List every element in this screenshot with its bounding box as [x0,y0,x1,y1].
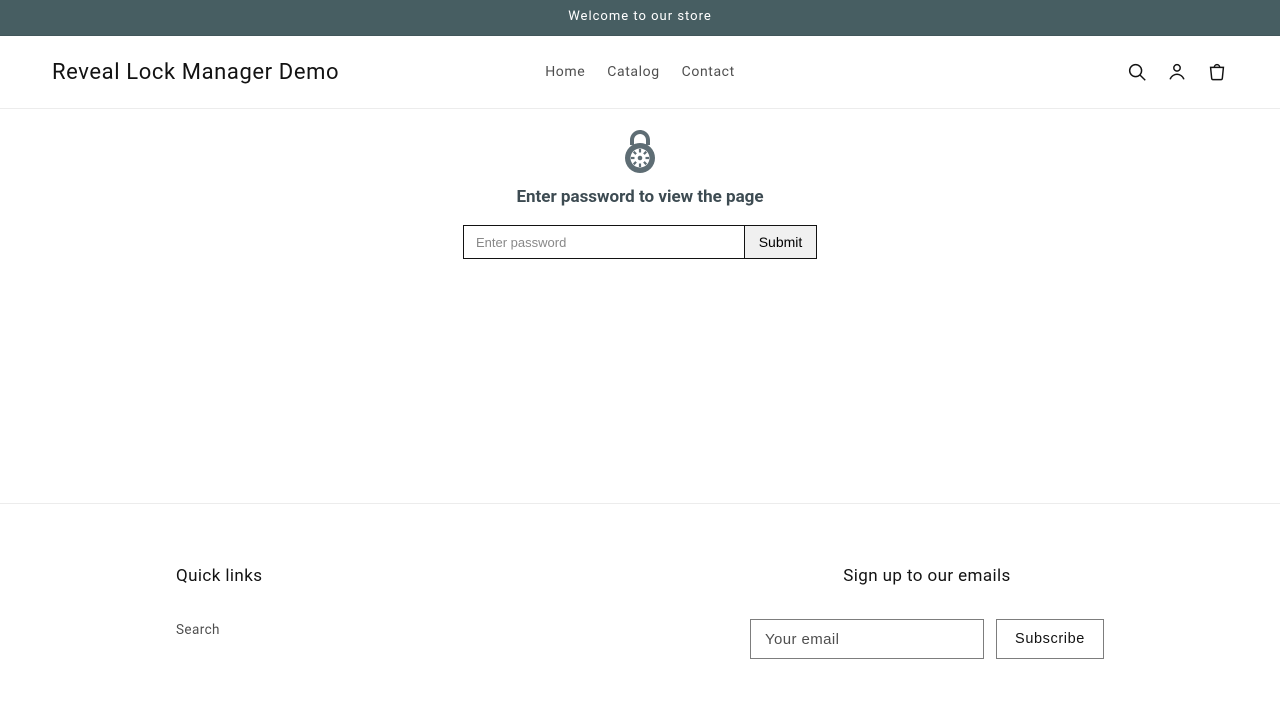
footer-quick-links: Quick links Search [176,566,262,659]
announcement-text: Welcome to our store [568,9,712,24]
primary-nav: Home Catalog Contact [545,64,735,80]
header-icons [1126,61,1228,83]
nav-home[interactable]: Home [545,64,585,80]
nav-contact[interactable]: Contact [682,64,735,80]
submit-button[interactable]: Submit [744,226,816,258]
footer-link-search[interactable]: Search [176,622,220,638]
password-input[interactable] [464,226,744,258]
announcement-bar: Welcome to our store [0,0,1280,36]
password-form: Submit [463,225,817,259]
site-footer: Quick links Search Sign up to our emails… [0,503,1280,659]
password-prompt: Enter password to view the page [0,187,1280,207]
signup-form: Subscribe [750,619,1104,659]
subscribe-button[interactable]: Subscribe [996,619,1104,659]
quick-links-heading: Quick links [176,566,262,586]
site-header: Reveal Lock Manager Demo Home Catalog Co… [0,36,1280,109]
search-icon[interactable] [1126,61,1148,83]
password-gate: Enter password to view the page Submit [0,109,1280,259]
nav-catalog[interactable]: Catalog [607,64,659,80]
footer-signup: Sign up to our emails Subscribe [750,566,1104,659]
account-icon[interactable] [1166,61,1188,83]
email-input[interactable] [750,619,984,659]
signup-heading: Sign up to our emails [750,566,1104,586]
lock-icon [616,127,664,179]
brand-title[interactable]: Reveal Lock Manager Demo [52,60,339,85]
cart-icon[interactable] [1206,61,1228,83]
